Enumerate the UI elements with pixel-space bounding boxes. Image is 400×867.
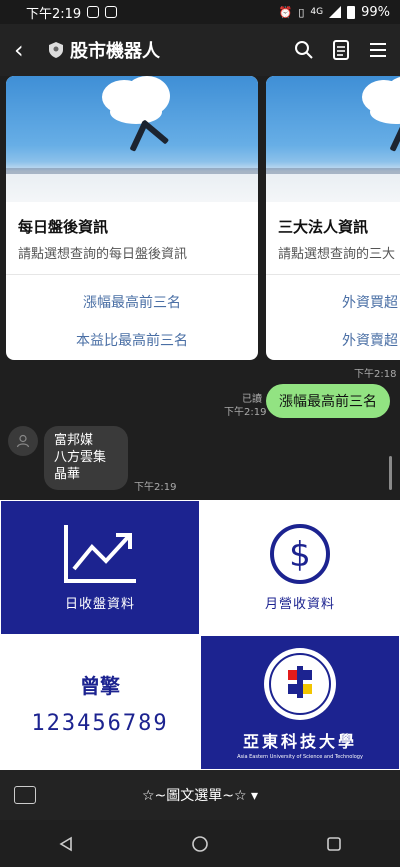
chart-icon <box>64 525 136 583</box>
card-description: 請點選想查詢的每日盤後資訊 <box>6 243 258 275</box>
card-action-button[interactable]: 漲幅最高前三名 <box>6 283 258 321</box>
carousel-card-daily: 每日盤後資訊 請點選想查詢的每日盤後資訊 漲幅最高前三名 本益比最高前三名 <box>6 76 258 360</box>
chat-header: ‹ 股市機器人 <box>0 24 400 76</box>
menu-icon[interactable] <box>368 41 388 59</box>
richmenu-author-button[interactable]: 曾擎 123456789 <box>1 636 199 769</box>
richmenu-label: 日收盤資料 <box>64 597 135 612</box>
signal-icon <box>329 6 342 18</box>
back-icon[interactable]: ‹ <box>14 38 42 62</box>
richmenu-daily-close-button[interactable]: 日收盤資料 <box>1 501 199 634</box>
keyboard-icon[interactable] <box>14 786 36 804</box>
nav-home-icon[interactable] <box>191 835 209 853</box>
card-image <box>266 76 400 202</box>
card-action-button[interactable]: 本益比最高前三名 <box>6 321 258 359</box>
card-title: 三大法人資訊 <box>278 218 369 236</box>
card-title: 每日盤後資訊 <box>18 218 109 236</box>
university-name-en: Asia Eastern University of Science and T… <box>237 753 363 760</box>
image-icon <box>105 6 118 18</box>
svg-text:$: $ <box>289 535 311 575</box>
chat-area: 每日盤後資訊 請點選想查詢的每日盤後資訊 漲幅最高前三名 本益比最高前三名 三大… <box>0 76 400 500</box>
status-bar: 下午2:19 ⏰ ▯ 4G 99% <box>0 0 400 24</box>
university-name: 亞東科技大學 <box>242 731 357 751</box>
status-time: 下午2:19 <box>26 6 82 22</box>
system-nav-bar <box>0 820 400 867</box>
richmenu-title: 曾擎 <box>80 673 120 698</box>
bot-message-line: 富邦媒 <box>54 433 94 448</box>
user-icon <box>16 434 30 448</box>
card-description: 請點選想查詢的三大 <box>266 243 400 275</box>
carousel-card-institutional: 三大法人資訊 請點選想查詢的三大 外資買超 外資賣超 <box>266 76 400 360</box>
alarm-icon: ⏰ <box>278 5 293 19</box>
richmenu-toggle-bar: ☆~圖文選單~☆ ▾ <box>0 770 400 820</box>
message-time: 下午2:19 <box>134 482 177 493</box>
note-icon[interactable] <box>332 40 350 60</box>
bot-message-line: 晶華 <box>54 467 81 482</box>
rich-menu: 日收盤資料 $ 月營收資料 曾擎 123456789 亞東科技大學 Asia E… <box>0 500 400 770</box>
instagram-icon <box>87 6 100 18</box>
shield-icon <box>49 42 63 58</box>
avatar[interactable] <box>8 426 38 456</box>
richmenu-toggle-label[interactable]: ☆~圖文選單~☆ ▾ <box>36 785 364 805</box>
message-time: 下午2:18 <box>354 369 397 380</box>
search-icon[interactable] <box>294 40 314 60</box>
network-label: 4G <box>310 7 324 17</box>
battery-icon <box>347 5 356 19</box>
dollar-icon: $ <box>270 524 330 584</box>
richmenu-number: 123456789 <box>31 710 169 736</box>
nav-back-icon[interactable] <box>58 836 74 852</box>
bot-message-bubble[interactable]: 富邦媒 八方雲集 晶華 <box>44 426 128 490</box>
my-message-bubble[interactable]: 漲幅最高前三名 <box>266 384 390 418</box>
battery-percent: 99% <box>361 4 390 20</box>
bot-message-line: 八方雲集 <box>54 450 107 465</box>
card-image <box>6 76 258 202</box>
scrollbar[interactable] <box>389 456 392 490</box>
vibrate-icon: ▯ <box>298 5 305 19</box>
message-time: 下午2:19 <box>224 407 267 418</box>
richmenu-university-button[interactable]: 亞東科技大學 Asia Eastern University of Scienc… <box>201 636 399 769</box>
page-title: 股市機器人 <box>70 41 160 62</box>
richmenu-monthly-revenue-button[interactable]: $ 月營收資料 <box>201 501 399 634</box>
card-action-button[interactable]: 外資買超 <box>266 283 400 321</box>
university-logo-icon <box>264 647 336 720</box>
card-action-button[interactable]: 外資賣超 <box>266 321 400 359</box>
richmenu-label: 月營收資料 <box>264 597 335 612</box>
nav-recents-icon[interactable] <box>326 836 342 852</box>
